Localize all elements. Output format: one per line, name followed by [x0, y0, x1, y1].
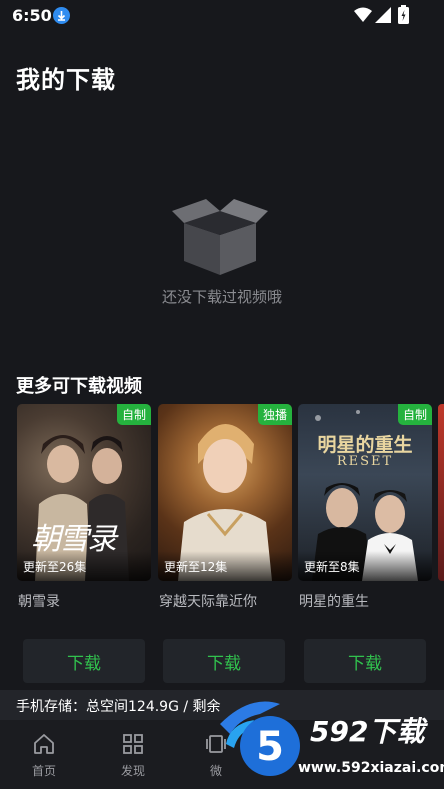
battery-icon [398, 5, 409, 24]
tab-discover[interactable]: 发现 [103, 732, 163, 779]
empty-box-icon [172, 199, 268, 275]
watermark-logo-number: 5 [256, 724, 284, 770]
video-title[interactable]: 明星的重生 [299, 591, 432, 611]
download-notification-icon [53, 7, 70, 24]
section-title: 更多可下载视频 [16, 376, 142, 397]
watermark-brand: 592下载 [310, 715, 425, 748]
signal-icon [375, 7, 391, 23]
download-button[interactable]: 下载 [23, 639, 145, 683]
poster-title-text: 明星的重生 [317, 434, 413, 456]
watermark-url: www.592xiazai.com [298, 760, 444, 776]
video-poster[interactable]: 自制 明星的重生 RESET 更新至8集 [298, 404, 432, 581]
status-bar: 6:50 [0, 0, 444, 32]
tag-badge: 自制 [397, 404, 432, 425]
download-button[interactable]: 下载 [304, 639, 426, 683]
tab-home[interactable]: 首页 [14, 732, 74, 779]
poster-subtitle-text: RESET [336, 454, 394, 469]
home-icon [34, 734, 54, 754]
download-button[interactable]: 下载 [163, 639, 285, 683]
update-status: 更新至12集 [164, 560, 228, 574]
page-title: 我的下载 [16, 66, 116, 94]
update-overlay: 更新至12集 [158, 551, 292, 581]
empty-state-message: 还没下载过视频哦 [161, 288, 282, 306]
tab-label: 首页 [31, 764, 56, 778]
watermark-logo-icon: 5 [220, 701, 300, 776]
update-overlay: 更新至26集 [17, 551, 151, 581]
update-overlay: 更新至8集 [298, 551, 432, 581]
status-time: 6:50 [12, 6, 52, 25]
video-poster[interactable]: 自制 朝雪录 更新至26集 [17, 404, 151, 581]
tab-label: 发现 [120, 764, 145, 778]
update-status: 更新至8集 [304, 560, 360, 574]
tag-badge: 独播 [257, 404, 292, 425]
video-title[interactable]: 穿越天际靠近你 [159, 591, 292, 611]
video-poster[interactable]: 独播 更新至12集 [158, 404, 292, 581]
video-title[interactable]: 朝雪录 [18, 591, 151, 611]
tag-badge: 自制 [116, 404, 151, 425]
video-poster-partial[interactable] [438, 404, 444, 581]
wifi-icon [354, 7, 372, 22]
storage-text: 手机存储：总空间124.9G / 剩余 [16, 699, 221, 715]
video-card[interactable]: 自制 朝雪录 更新至26集 朝雪录 [17, 404, 151, 611]
watermark-overlay: 5 592下载 www.592xiazai.com [220, 690, 444, 789]
video-card[interactable]: 自制 明星的重生 RESET 更新至8集 明星的重生 [298, 404, 432, 611]
video-card[interactable]: 独播 更新至12集 穿越天际靠近你 [158, 404, 292, 611]
grid-icon [123, 734, 143, 754]
update-status: 更新至26集 [23, 560, 87, 574]
